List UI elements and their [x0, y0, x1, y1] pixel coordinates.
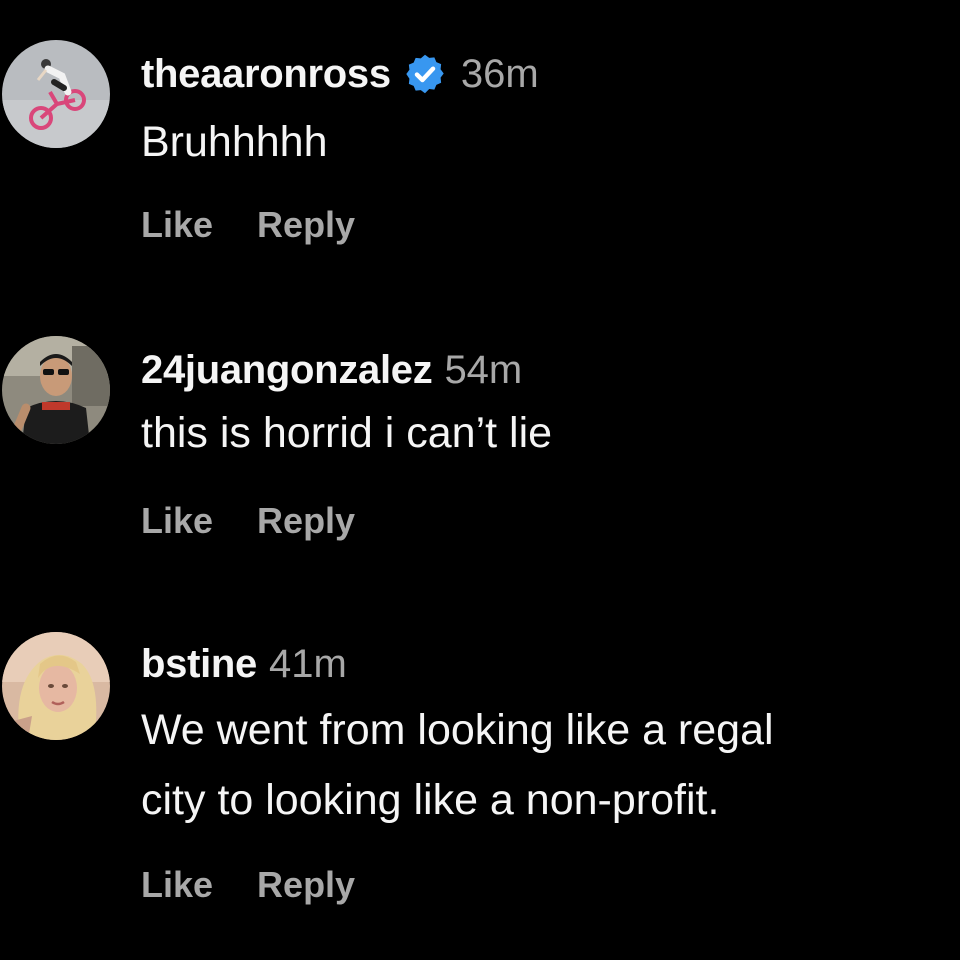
comment-header: bstine 41m: [141, 636, 347, 692]
comment-header: theaaronross 36m: [141, 46, 539, 102]
bmx-rider-avatar-icon: [2, 40, 110, 148]
comment-item: 24juangonzalez 54m this is horrid i can’…: [0, 336, 960, 566]
username[interactable]: 24juangonzalez: [141, 348, 433, 393]
avatar[interactable]: [2, 632, 110, 740]
comment-actions: Like Reply: [141, 200, 355, 250]
verified-badge-icon: [403, 52, 447, 96]
like-button[interactable]: Like: [141, 864, 213, 906]
person-sunglasses-avatar-icon: [2, 336, 110, 444]
blonde-woman-avatar-icon: [2, 632, 110, 740]
like-button[interactable]: Like: [141, 500, 213, 542]
comment-timestamp: 36m: [460, 51, 539, 96]
reply-button[interactable]: Reply: [257, 864, 355, 906]
comment-header: 24juangonzalez 54m: [141, 342, 522, 398]
comment-item: theaaronross 36m Bruhhhhh Like Reply: [0, 40, 960, 270]
comment-text: We went from looking like a regal city t…: [141, 706, 774, 824]
reply-button[interactable]: Reply: [257, 204, 355, 246]
reply-button[interactable]: Reply: [257, 500, 355, 542]
like-button[interactable]: Like: [141, 204, 213, 246]
comment-timestamp: 41m: [269, 641, 347, 686]
avatar[interactable]: [2, 40, 110, 148]
comment-actions: Like Reply: [141, 860, 355, 910]
username[interactable]: bstine: [141, 642, 257, 687]
comment-actions: Like Reply: [141, 496, 355, 546]
username[interactable]: theaaronross: [141, 52, 391, 97]
comment-item: bstine 41m We went from looking like a r…: [0, 632, 960, 932]
comment-text: this is horrid i can’t lie: [141, 409, 553, 457]
avatar[interactable]: [2, 336, 110, 444]
comment-text: Bruhhhhh: [141, 118, 328, 166]
comment-timestamp: 54m: [444, 347, 523, 392]
